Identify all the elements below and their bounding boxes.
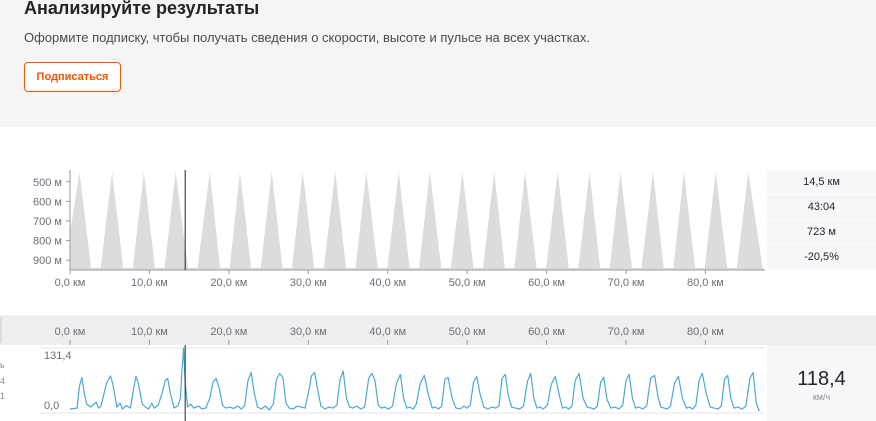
distance-axis-strip: 0,0 км 10,0 км 20,0 км 30,0 км 40,0 км 50,0 к… [0,315,876,345]
x-tick-label: 40,0 км [369,277,406,289]
strip-tick-label: 20,0 км [210,326,247,338]
y-tick-label: 600 м [33,196,62,208]
elevation-chart[interactable]: 900 м 800 м 700 м 600 м 500 м 0,0 км 10,0 км 20… [0,150,767,300]
x-tick-label: 50,0 км [449,277,486,289]
subscribe-button[interactable]: Подписаться [24,62,121,92]
x-tick-label: 0,0 км [55,277,86,289]
stat-time: 43:04 [767,195,876,220]
distance-axis-svg: 0,0 км 10,0 км 20,0 км 30,0 км 40,0 км 50,0 к… [0,317,724,345]
speed-unit: км/ч [812,392,831,402]
strip-tick-label: 50,0 км [449,326,486,338]
x-tick-label: 30,0 км [290,277,327,289]
elevation-area [70,171,765,270]
strip-tick-label: 70,0 км [608,326,645,338]
stat-grade: -20,5% [804,251,839,263]
current-speed-value: 118,4 [797,368,846,390]
x-tick-label: 70,0 км [608,277,645,289]
y-tick-label: 700 м [33,216,62,228]
stat-distance: 14,5 км [767,170,876,195]
x-tick-label: 80,0 км [687,277,724,289]
speed-series-line [69,347,760,412]
segment-stats-panel: 14,5 км 43:04 723 м -20,5% [767,170,876,270]
upsell-description: Оформите подписку, чтобы получать сведен… [24,30,590,45]
strip-tick-label: 80,0 км [687,326,724,338]
strip-tick-label: 60,0 км [528,326,565,338]
y-tick-label: 800 м [33,236,62,248]
strip-tick-label: 10,0 км [131,326,168,338]
cut-label: ь [0,360,5,370]
cut-label: 4 [0,376,6,386]
y-tick-label: 900 м [33,255,62,267]
strip-tick-label: 30,0 км [290,326,327,338]
stat-elevation: 723 м [767,220,876,245]
speed-min-label: 0,0 [44,400,59,412]
upsell-title: Анализируйте результаты [24,0,260,18]
cut-label: 1 [0,391,6,401]
x-tick-label: 20,0 км [210,277,247,289]
strip-tick-label: 40,0 км [369,326,406,338]
speed-value-panel: 118,4 км/ч [767,345,876,421]
y-tick-label: 500 м [33,177,62,189]
speed-chart[interactable]: 131,4 0,0 [0,345,767,421]
subscription-upsell-banner: Анализируйте результаты Оформите подписк… [0,0,876,127]
x-tick-label: 10,0 км [131,277,168,289]
x-tick-label: 60,0 км [528,277,565,289]
strip-tick-label: 0,0 км [55,326,86,338]
speed-max-label: 131,4 [44,350,72,362]
